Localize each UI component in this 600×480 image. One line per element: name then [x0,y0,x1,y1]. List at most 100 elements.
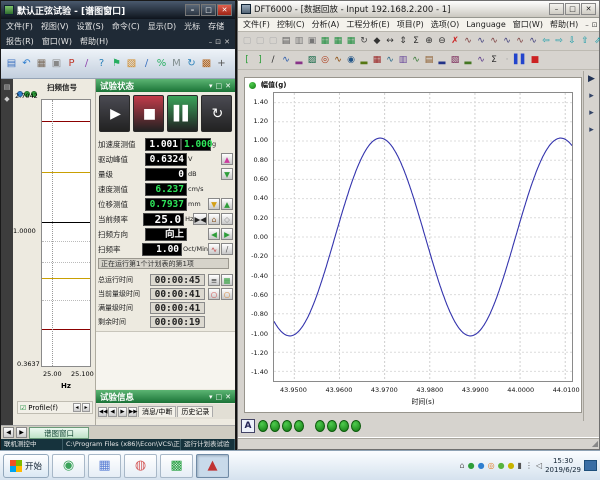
menu-item[interactable]: 项目(P) [397,19,424,30]
dir-left-icon[interactable]: ◀ [208,228,220,240]
analysis-tool-1-icon[interactable]: ▸ [589,91,594,101]
sweep-pen-icon[interactable]: / [221,243,233,255]
save-icon[interactable]: ▤ [5,56,18,71]
green-tool-app-taskbar-button[interactable]: ▩ [160,454,193,478]
edit-pen-icon[interactable]: / [80,56,93,71]
cepstrum-icon[interactable]: ▥ [397,53,409,67]
hold-icon[interactable]: ◇ [221,213,233,225]
signature-icon[interactable]: / [140,56,153,71]
panel-float-icon[interactable]: □ [216,82,223,90]
dock-pin-icon[interactable]: ◆ [4,95,9,103]
histogram-icon[interactable]: ▂ [462,53,474,67]
trace-tool-6-icon[interactable]: ∿ [527,34,539,48]
transfer-icon[interactable]: ▦ [371,53,383,67]
export-pdf-icon[interactable]: P [65,56,78,71]
antivirus-shield-icon[interactable]: ● [468,461,475,471]
tab-messages[interactable]: 消息/中断 [138,406,176,417]
battery-icon[interactable]: ▮ [518,461,522,471]
pointer-icon[interactable]: ▶ [588,74,595,84]
step-down-icon[interactable]: ▼ [208,198,220,210]
tab-first-icon[interactable]: ◀◀ [98,407,107,417]
menu-item[interactable]: 视图(V) [41,21,69,32]
menu-item[interactable]: 分析(A) [312,19,340,30]
shift-down-icon[interactable]: ⇩ [566,34,578,48]
tabs-scroll-right-icon[interactable]: ▶ [16,427,27,438]
clock-red-icon[interactable]: ○ [208,288,220,300]
save-icon[interactable]: ▢ [267,34,279,48]
envelope-icon[interactable]: ∿ [410,53,422,67]
psd-icon[interactable]: ▂ [436,53,448,67]
level-up-icon[interactable]: ▲ [221,153,233,165]
sweep-wave-icon[interactable]: ∿ [208,243,220,255]
pan-hand-icon[interactable]: + [215,56,228,71]
tab-prev-icon[interactable]: ◀ [108,407,117,417]
profile-next-icon[interactable]: ▸ [82,403,90,412]
analysis-tool-2-icon[interactable]: ▸ [589,108,594,118]
order-track-icon[interactable]: ▤ [423,53,435,67]
menu-item[interactable]: 文件(F) [6,21,33,32]
tabs-scroll-left-icon[interactable]: ◀ [3,427,14,438]
analysis-tool-3-icon[interactable]: ▸ [589,125,594,135]
marker-dot-icon[interactable]: ◆ [371,34,383,48]
stop-button[interactable]: ■ [133,95,164,132]
menu-item[interactable]: 命令(C) [112,21,140,32]
copy-icon[interactable]: ▣ [50,56,63,71]
open-icon[interactable]: ▢ [254,34,266,48]
trace-tool-2-icon[interactable]: ∿ [475,34,487,48]
dir-right-icon[interactable]: ▶ [221,228,233,240]
messenger-icon[interactable]: ● [478,461,485,471]
info-float-icon[interactable]: □ [216,393,223,401]
report-chart-icon[interactable]: ▧ [125,56,138,71]
tab-next-icon[interactable]: ▶ [118,407,127,417]
resize-grip-icon[interactable]: ◢ [592,439,598,448]
vcs-minimize-button[interactable]: – [185,4,200,16]
mdi-minimize-icon[interactable]: – [209,38,213,46]
channel-a-button[interactable]: A [241,419,255,433]
vcs-titlebar[interactable]: 默认正弦试验 - [谱图窗口] – □ ✕ [1,1,235,19]
network-signal-icon[interactable]: ⋮ [525,461,533,471]
flag-icon[interactable]: ⚑ [110,56,123,71]
bode-icon[interactable]: ∿ [332,53,344,67]
dft-close-button[interactable]: ✕ [581,3,596,15]
converge-icon[interactable]: ▶◀ [193,213,207,225]
vcs-close-button[interactable]: ✕ [217,4,232,16]
info-dropdown-icon[interactable]: ▾ [209,393,213,401]
dft-minimize-button[interactable]: – [549,3,564,15]
pencil-icon[interactable]: / [267,53,279,67]
new-icon[interactable]: ▢ [241,34,253,48]
menu-item[interactable]: 工程分析(E) [346,19,389,30]
percent-icon[interactable]: % [155,56,168,71]
dock-print-icon[interactable]: ▤ [4,83,11,91]
refresh-icon[interactable]: ↻ [185,56,198,71]
undo-icon[interactable]: ↶ [20,56,33,71]
pause-icon[interactable]: ▌▌ [514,53,528,67]
menu-item[interactable]: 报告(R) [6,36,34,47]
coherence-icon[interactable]: ∿ [384,53,396,67]
hourglass-icon[interactable]: ≡ [208,274,220,286]
trace-tool-1-icon[interactable]: ∿ [462,34,474,48]
sweep-plot-area[interactable] [41,99,91,367]
expand-icon[interactable]: ⇗ [592,34,600,48]
copy-icon[interactable]: ▣ [306,34,318,48]
restart-button[interactable]: ↻ [201,95,232,132]
dft-mdi-restore-icon[interactable]: ⊡ [592,21,598,29]
menu-item[interactable]: Language [466,20,505,29]
shift-left-icon[interactable]: ⇦ [540,34,552,48]
menu-item[interactable]: 光标 [184,21,200,32]
shift-right-icon[interactable]: ⇨ [553,34,565,48]
tab-last-icon[interactable]: ▶▶ [128,407,137,417]
step-up-icon[interactable]: ▲ [221,198,233,210]
help-icon[interactable]: ? [95,56,108,71]
clock-orange-icon[interactable]: ○ [221,288,233,300]
users-icon[interactable]: M [170,56,183,71]
menu-item[interactable]: 窗口(W) [42,36,72,47]
dft-titlebar[interactable]: DFT6000 - [数据回放 - Input 192.168.2.200 - … [238,1,599,18]
snapshot-icon[interactable]: ▩ [200,56,213,71]
marker-updown-icon[interactable]: ⇕ [397,34,409,48]
mute-icon[interactable]: · [501,53,513,67]
tab-history[interactable]: 历史记录 [177,406,213,417]
marker-pair-icon[interactable]: ↔ [384,34,396,48]
menu-item[interactable]: 显示(D) [148,21,176,32]
layout-grid-1-icon[interactable]: ▦ [319,34,331,48]
cursor-rotate-icon[interactable]: ↻ [358,34,370,48]
